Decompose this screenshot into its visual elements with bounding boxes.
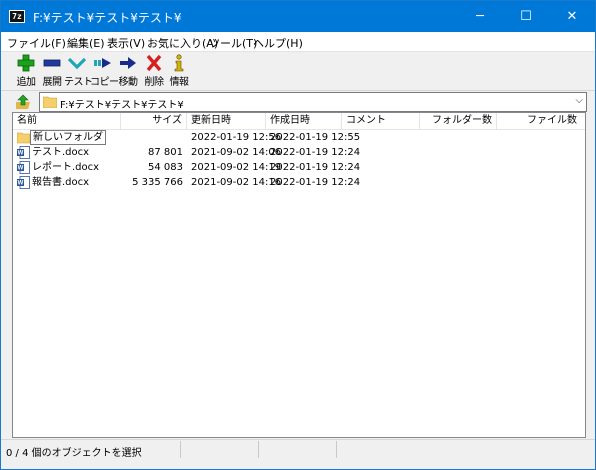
- menu-favorites[interactable]: お気に入り(A): [147, 35, 218, 51]
- extract-button[interactable]: 展開: [39, 54, 65, 89]
- list-item[interactable]: W 報告書.docx 5 335 766 2021-09-02 14:16 20…: [13, 175, 585, 190]
- plus-icon: [17, 54, 35, 72]
- folder-up-icon[interactable]: [15, 94, 31, 110]
- add-button[interactable]: 追加: [13, 54, 39, 89]
- file-modified: 2021-09-02 14:19: [191, 162, 282, 173]
- minimize-button[interactable]: ─: [457, 1, 503, 32]
- folder-icon: [43, 96, 57, 108]
- copy-arrow-icon: [94, 58, 111, 68]
- file-size: [121, 130, 183, 145]
- file-size: 54 083: [148, 162, 183, 173]
- column-comment[interactable]: コメント: [342, 113, 420, 130]
- test-button[interactable]: テスト: [64, 54, 93, 89]
- list-item[interactable]: W テスト.docx 87 801 2021-09-02 14:06 2022-…: [13, 145, 585, 160]
- status-selection-text: 0 / 4 個のオブジェクトを選択: [6, 448, 142, 459]
- delete-label: 削除: [144, 77, 165, 88]
- column-size[interactable]: サイズ: [121, 113, 187, 130]
- column-folders[interactable]: フォルダー数: [420, 113, 497, 130]
- file-created: 2022-01-19 12:24: [270, 177, 361, 188]
- path-text: F:¥テスト¥テスト¥テスト¥: [60, 100, 184, 111]
- column-created[interactable]: 作成日時: [266, 113, 342, 130]
- folder-icon: [17, 132, 30, 144]
- file-created: 2022-01-19 12:24: [270, 147, 361, 158]
- word-document-icon: W: [17, 146, 30, 159]
- info-label: 情報: [169, 77, 190, 88]
- delete-button[interactable]: 削除: [141, 54, 167, 89]
- svg-text:W: W: [18, 166, 24, 172]
- minus-icon: [43, 59, 61, 67]
- word-document-icon: W: [17, 161, 30, 174]
- status-selection-pane: 0 / 4 個のオブジェクトを選択: [1, 441, 181, 459]
- file-modified: 2021-09-02 14:16: [191, 177, 282, 188]
- status-pane: [181, 441, 259, 458]
- word-document-icon: W: [17, 176, 30, 189]
- arrow-right-icon: [120, 57, 136, 69]
- list-item[interactable]: 新しいフォルダ 2022-01-19 12:56 2022-01-19 12:5…: [13, 130, 585, 145]
- move-button[interactable]: 移動: [115, 54, 141, 89]
- maximize-button[interactable]: ☐: [503, 1, 549, 32]
- address-bar: F:¥テスト¥テスト¥テスト¥ ⌵: [1, 91, 595, 113]
- move-label: 移動: [118, 77, 139, 88]
- copy-button[interactable]: コピー: [90, 54, 119, 89]
- info-icon: [174, 54, 184, 72]
- menu-edit[interactable]: 編集(E): [67, 35, 105, 51]
- file-name: テスト.docx: [32, 147, 90, 158]
- app-window: 7z F:¥テスト¥テスト¥テスト¥ ─ ☐ ✕ ファイル(F) 編集(E) 表…: [0, 0, 596, 470]
- file-modified: 2022-01-19 12:56: [191, 132, 282, 143]
- close-button[interactable]: ✕: [549, 1, 595, 32]
- status-pane: [259, 441, 337, 458]
- extract-label: 展開: [42, 77, 63, 88]
- status-pane: [337, 441, 593, 458]
- copy-label: コピー: [90, 77, 119, 88]
- test-label: テスト: [64, 77, 93, 88]
- window-title: F:¥テスト¥テスト¥テスト¥: [33, 11, 182, 25]
- file-list[interactable]: 名前 サイズ 更新日時 作成日時 コメント フォルダー数 ファイル数 新しいフォ…: [12, 112, 586, 438]
- file-name: 報告書.docx: [32, 177, 90, 188]
- info-button[interactable]: 情報: [166, 54, 192, 89]
- path-field[interactable]: F:¥テスト¥テスト¥テスト¥ ⌵: [39, 92, 587, 112]
- file-size: 5 335 766: [132, 177, 183, 188]
- file-modified: 2021-09-02 14:06: [191, 147, 282, 158]
- file-name: 新しいフォルダ: [30, 130, 106, 145]
- menu-tools[interactable]: ツール(T): [209, 35, 257, 51]
- column-name[interactable]: 名前: [13, 113, 121, 130]
- menu-file[interactable]: ファイル(F): [7, 35, 66, 51]
- list-item[interactable]: W レポート.docx 54 083 2021-09-02 14:19 2022…: [13, 160, 585, 175]
- title-bar[interactable]: 7z F:¥テスト¥テスト¥テスト¥ ─ ☐ ✕: [1, 1, 595, 32]
- delete-x-icon: [146, 54, 162, 72]
- file-size: 87 801: [148, 147, 183, 158]
- svg-text:W: W: [18, 151, 24, 157]
- menu-view[interactable]: 表示(V): [107, 35, 145, 51]
- chevron-down-icon[interactable]: ⌵: [575, 95, 583, 106]
- menu-bar: ファイル(F) 編集(E) 表示(V) お気に入り(A) ツール(T) ヘルプ(…: [1, 32, 595, 52]
- file-created: 2022-01-19 12:24: [270, 162, 361, 173]
- column-modified[interactable]: 更新日時: [187, 113, 266, 130]
- checkmark-icon: [67, 57, 87, 70]
- toolbar: 追加 展開 テスト コピー 移動 削除 情報: [1, 52, 595, 91]
- add-label: 追加: [16, 77, 37, 88]
- file-created: 2022-01-19 12:55: [270, 132, 361, 143]
- column-files[interactable]: ファイル数: [497, 113, 581, 130]
- app-7zip-icon: 7z: [9, 10, 25, 23]
- status-bar: 0 / 4 個のオブジェクトを選択: [1, 439, 595, 459]
- menu-help[interactable]: ヘルプ(H): [253, 35, 303, 51]
- list-header: 名前 サイズ 更新日時 作成日時 コメント フォルダー数 ファイル数: [13, 113, 585, 130]
- file-name: レポート.docx: [32, 162, 100, 173]
- svg-text:W: W: [18, 181, 24, 187]
